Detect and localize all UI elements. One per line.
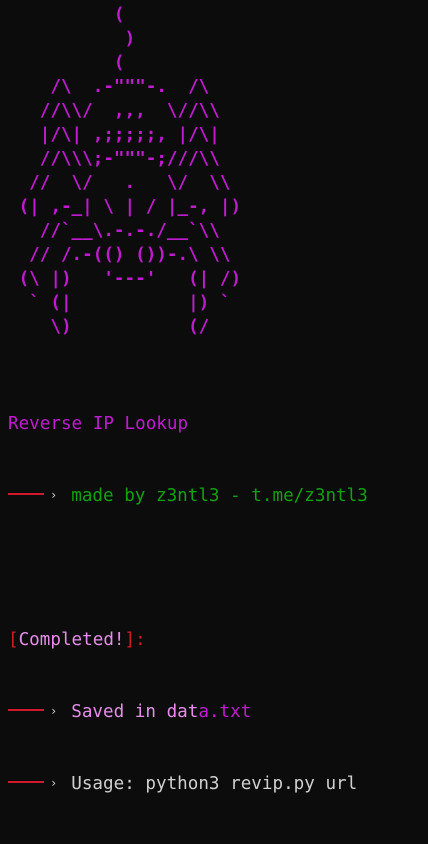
status-close-bracket: ]: [124,630,146,650]
saved-line: › Saved in data.txt [8,700,368,724]
terminal-window: ( ) ( /\ .-"""-. /\ //\\/ ,,, \//\\ |/\|… [0,0,428,794]
saved-text: Saved in dat [71,702,199,722]
ascii-art-line: (| ,-_| \ | / |_-, |) [8,197,242,217]
ascii-art-line: ( [8,5,125,25]
output-block: Reverse IP Lookup › made by z3ntl3 - t.me… [8,364,368,844]
ascii-art-line: // /.-(() ())-.\ \\ [8,245,231,265]
credit-line: › made by z3ntl3 - t.me/z3ntl3 [8,484,368,508]
chevron-right-icon: › [50,776,58,790]
ascii-art-line: /\ .-"""-. /\ [8,77,210,97]
arrow-icon [8,781,44,783]
arrow-icon [8,709,44,711]
ascii-art-line: ` (| |) ` [8,293,231,313]
usage-line: › Usage: python3 revip.py url [8,772,368,796]
ascii-art-banner: ( ) ( /\ .-"""-. /\ //\\/ ,,, \//\\ |/\|… [8,3,241,339]
status-label: Completed! [18,630,125,650]
ascii-art-line: (\ |) '---' (| /) [8,269,242,289]
credit-text: made by z3ntl3 - t.me/z3ntl3 [71,486,368,506]
chevron-right-icon: › [50,488,58,502]
ascii-art-line: //\\/ ,,, \//\\ [8,101,220,121]
arrow-icon [8,493,44,495]
ascii-art-line: ( [8,53,125,73]
app-title: Reverse IP Lookup [8,414,189,434]
ascii-art-line: //`__\.-.-./__`\\ [8,221,220,241]
ascii-art-line: // \/ . \/ \\ [8,173,231,193]
saved-filename-suffix: a.txt [198,702,252,722]
ascii-art-line: |/\| ,;;;;;, |/\| [8,125,220,145]
ascii-art-line: \) (/ [8,317,210,337]
ascii-art-line: ) [8,29,136,49]
status-line: [Completed!]: [8,628,368,652]
status-open-bracket: [ [8,630,19,650]
ascii-art-line: //\\\;-"""-;///\\ [8,149,220,169]
chevron-right-icon: › [50,704,58,718]
usage-text: Usage: python3 revip.py url [71,774,358,794]
